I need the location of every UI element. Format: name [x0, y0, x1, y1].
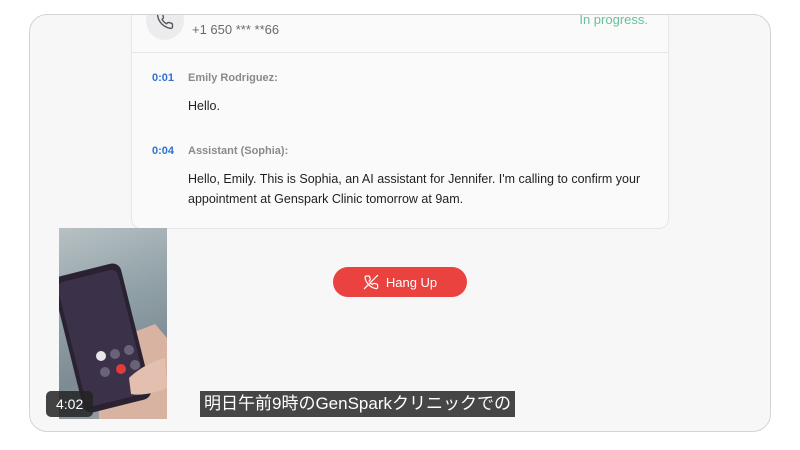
message-time: 0:01: [152, 72, 175, 84]
message-text: Hello.: [188, 99, 220, 113]
message-speaker: Emily Rodriguez:: [188, 72, 278, 84]
video-duration-badge: 4:02: [46, 391, 94, 417]
phone-number: +1 650 *** **66: [192, 22, 280, 37]
phone-avatar: [146, 15, 184, 40]
video-subtitle: 明日午前9時のGenSparkクリニックでの: [200, 391, 515, 417]
call-status: In progress.: [579, 14, 648, 27]
message-text: Hello, Emily. This is Sophia, an AI assi…: [188, 172, 641, 206]
hang-up-label: Hang Up: [385, 274, 438, 290]
message-time: 0:04: [152, 145, 175, 157]
hang-up-icon: [363, 274, 379, 290]
phone-icon: [156, 15, 174, 30]
card-divider: [132, 52, 668, 53]
call-card: +1 650 *** **66 In progress. 0:01 Emily …: [131, 14, 669, 229]
hang-up-button[interactable]: Hang Up: [333, 267, 467, 297]
message-speaker: Assistant (Sophia):: [188, 145, 289, 157]
video-frame[interactable]: +1 650 *** **66 In progress. 0:01 Emily …: [29, 14, 771, 432]
